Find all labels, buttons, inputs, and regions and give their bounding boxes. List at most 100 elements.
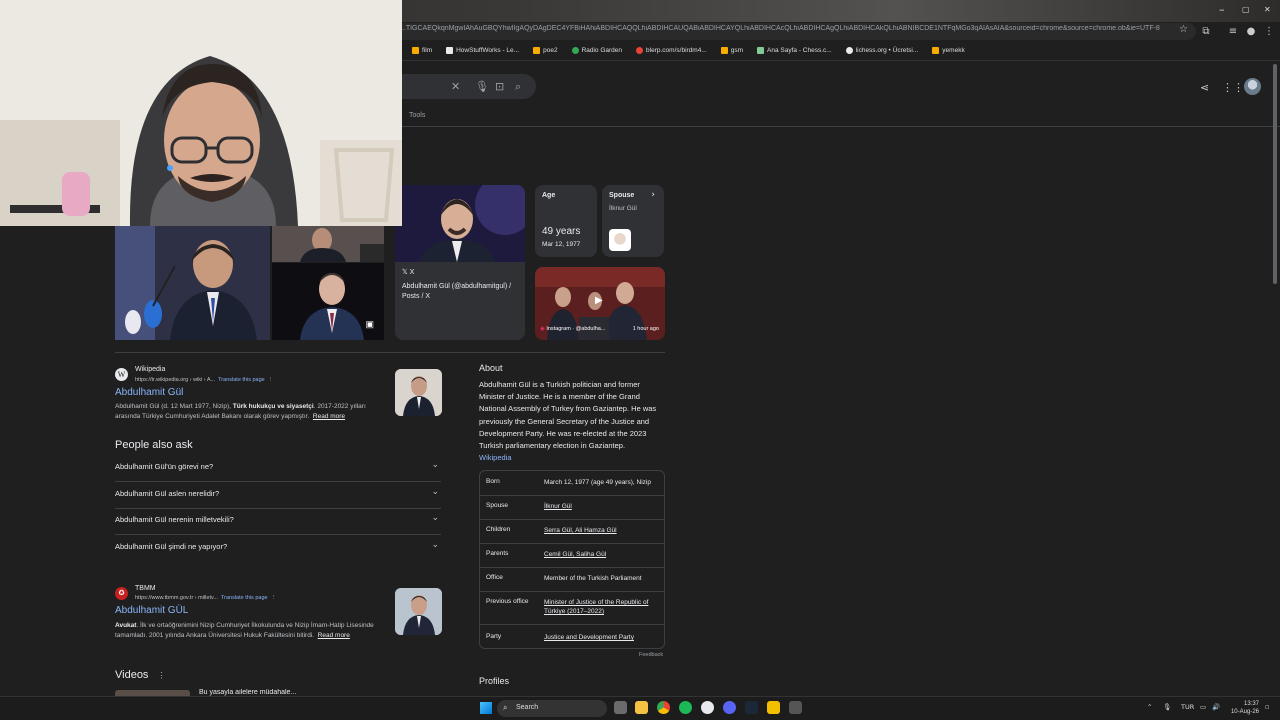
video-title[interactable]: Bu yasayla ailelere müdahale... — [199, 689, 439, 696]
blerp-icon — [636, 46, 644, 54]
read-more-link[interactable]: Read more — [318, 632, 350, 639]
lens-icon[interactable]: ⊡ — [495, 80, 504, 93]
paa-question[interactable]: Abdulhamit Gül'ün görevi ne? ⌄ — [115, 456, 441, 482]
paa-question[interactable]: Abdulhamit Gül nerenin milletvekili? ⌄ — [115, 509, 441, 535]
divider — [480, 591, 664, 592]
task-view-icon[interactable] — [614, 701, 627, 714]
clear-icon[interactable]: ✕ — [451, 80, 460, 93]
divider — [396, 60, 1280, 61]
result-title-link[interactable]: Abdulhamit GÜL — [115, 605, 188, 616]
tools-button[interactable]: Tools — [409, 112, 425, 119]
translate-link[interactable]: Translate this page — [221, 595, 268, 601]
paa-question[interactable]: Abdulhamit Gül şimdi ne yapıyor? ⌄ — [115, 536, 441, 562]
spouse-card[interactable]: Spouse › İlknur Gül — [602, 185, 664, 257]
search-input[interactable]: ✕ 🎙 ⊡ ⌕ — [396, 74, 536, 99]
age-value: 49 years — [542, 226, 581, 237]
lichess-icon — [845, 46, 853, 54]
discord-icon[interactable] — [723, 701, 736, 714]
profiles-title: Profiles — [479, 676, 510, 686]
bookmark-lichess[interactable]: lichess.org • Ücretsi... — [845, 46, 918, 54]
photo-drawing — [272, 226, 384, 262]
more-options-icon[interactable]: ⋮ — [268, 377, 274, 383]
app-icon[interactable] — [767, 701, 780, 714]
instagram-video-card[interactable]: ▶ ◉ Instagram · @abdulha... 1 hour ago — [535, 267, 665, 340]
bookmarks-bar: film HowStuffWorks - Le... poe2 Radio Ga… — [396, 42, 1280, 58]
chevron-up-icon[interactable]: ⌃ — [1147, 703, 1152, 711]
result-url[interactable]: https://tr.wikipedia.org › wiki › A... T… — [135, 377, 273, 383]
wikipedia-link[interactable]: Wikipedia — [479, 452, 665, 464]
search-icon[interactable]: ⌕ — [515, 80, 521, 94]
play-icon[interactable]: ▶ — [595, 295, 603, 306]
close-window-button[interactable]: ✕ — [1264, 5, 1271, 14]
paa-question[interactable]: Abdulhamit Gül aslen nerelidir? ⌄ — [115, 483, 441, 509]
steam-icon[interactable] — [745, 701, 758, 714]
minimize-button[interactable]: – — [1219, 3, 1225, 16]
chess-pawn-icon — [757, 46, 765, 54]
chevron-down-icon[interactable]: ⌄ — [431, 487, 439, 497]
chevron-down-icon[interactable]: ⌄ — [431, 540, 439, 550]
windows-start-icon[interactable] — [480, 702, 492, 714]
extensions-icon[interactable]: ⧉ — [1199, 26, 1213, 38]
more-options-icon[interactable]: ⋮ — [158, 671, 166, 680]
chevron-right-icon[interactable]: › — [651, 190, 655, 200]
app-icon[interactable] — [789, 701, 802, 714]
image-parliament[interactable] — [272, 226, 384, 262]
spotify-icon[interactable] — [679, 701, 692, 714]
notification-icon[interactable]: ▫ — [1265, 703, 1269, 711]
microphone-icon[interactable]: 🎙 — [475, 80, 489, 93]
result-thumbnail[interactable] — [395, 588, 442, 635]
result-snippet: Abdulhamit Gül (d. 12 Mart 1977, Nizip),… — [115, 403, 366, 420]
feedback-link[interactable]: Feedback — [639, 652, 663, 658]
age-card[interactable]: Age 49 years Mar 12, 1977 — [535, 185, 597, 257]
gallery-icon[interactable]: ▣ — [365, 319, 374, 330]
spouse-label: Spouse — [609, 192, 635, 199]
microphone-icon[interactable]: 🎙 — [1163, 703, 1171, 711]
image-portrait[interactable]: ▣ — [272, 263, 384, 340]
profile-icon[interactable]: ● — [1244, 26, 1258, 38]
taskbar: ⌕ Search ⌃ 🎙 TUR ▭ 🔊 13:37 10-Aug-26 ▫ — [0, 696, 1280, 720]
bookmark-gsm[interactable]: gsm — [720, 46, 743, 54]
tbmm-icon: ✪ — [115, 587, 128, 600]
image-speech-podium[interactable] — [115, 226, 270, 340]
bookmark-film[interactable]: film — [412, 46, 432, 54]
bookmark-howstuffworks[interactable]: HowStuffWorks - Le... — [446, 46, 519, 54]
apps-grid-icon[interactable]: ⋮⋮ — [1222, 81, 1244, 94]
result-thumbnail[interactable] — [395, 369, 442, 416]
wikipedia-icon: W — [115, 368, 128, 381]
avatar[interactable] — [1244, 78, 1261, 95]
spouse-thumbnail — [609, 229, 631, 251]
divider — [480, 543, 664, 544]
volume-icon[interactable]: 🔊 — [1212, 703, 1220, 711]
bookmark-star-icon[interactable]: ☆ — [1179, 24, 1188, 35]
read-more-link[interactable]: Read more — [313, 413, 345, 420]
page-scrollbar[interactable] — [1273, 64, 1277, 284]
chevron-down-icon[interactable]: ⌄ — [431, 513, 439, 523]
downloads-icon[interactable]: ≡ — [1226, 26, 1240, 38]
url-text: ...TIGCAEQkqnMgwIAhAuGBQYhwIIgAQyDAgDEC4… — [400, 25, 1160, 32]
translate-link[interactable]: Translate this page — [218, 377, 265, 383]
taskbar-search[interactable]: ⌕ Search — [497, 700, 607, 717]
language-indicator[interactable]: TUR — [1181, 703, 1194, 711]
photo-drawing — [395, 185, 525, 262]
share-icon[interactable]: ⋖ — [1200, 81, 1209, 94]
result-url[interactable]: https://www.tbmm.gov.tr › milletv... Tra… — [135, 595, 276, 601]
clock[interactable]: 13:37 10-Aug-26 — [1229, 700, 1259, 716]
bookmark-chess[interactable]: Ana Sayfa - Chess.c... — [757, 46, 832, 54]
bookmark-radio-garden[interactable]: Radio Garden — [571, 46, 622, 54]
bookmark-blerp[interactable]: blerp.com/s/birdm4... — [636, 46, 707, 54]
app-icon[interactable] — [701, 701, 714, 714]
network-icon[interactable]: ▭ — [1200, 703, 1206, 711]
menu-kebab-icon[interactable]: ⋮ — [1262, 26, 1276, 38]
chrome-icon[interactable] — [657, 701, 670, 714]
chevron-down-icon[interactable]: ⌄ — [431, 460, 439, 470]
result-title-link[interactable]: Abdulhamit Gül — [115, 387, 183, 398]
radio-garden-icon — [571, 46, 579, 54]
bookmark-yemekk[interactable]: yemekk — [932, 46, 965, 54]
more-options-icon[interactable]: ⋮ — [271, 595, 277, 601]
file-explorer-icon[interactable] — [635, 701, 648, 714]
video-time: 1 hour ago — [632, 326, 659, 332]
maximize-button[interactable]: ▢ — [1242, 5, 1250, 14]
address-bar[interactable]: ...TIGCAEQkqnMgwIAhAuGBQYhwIIgAQyDAgDEC4… — [396, 23, 1196, 40]
x-post-card[interactable]: 𝕏 X Abdulhamit Gül (@abdulhamitgul) / Po… — [395, 185, 525, 340]
bookmark-poe2[interactable]: poe2 — [533, 46, 558, 54]
